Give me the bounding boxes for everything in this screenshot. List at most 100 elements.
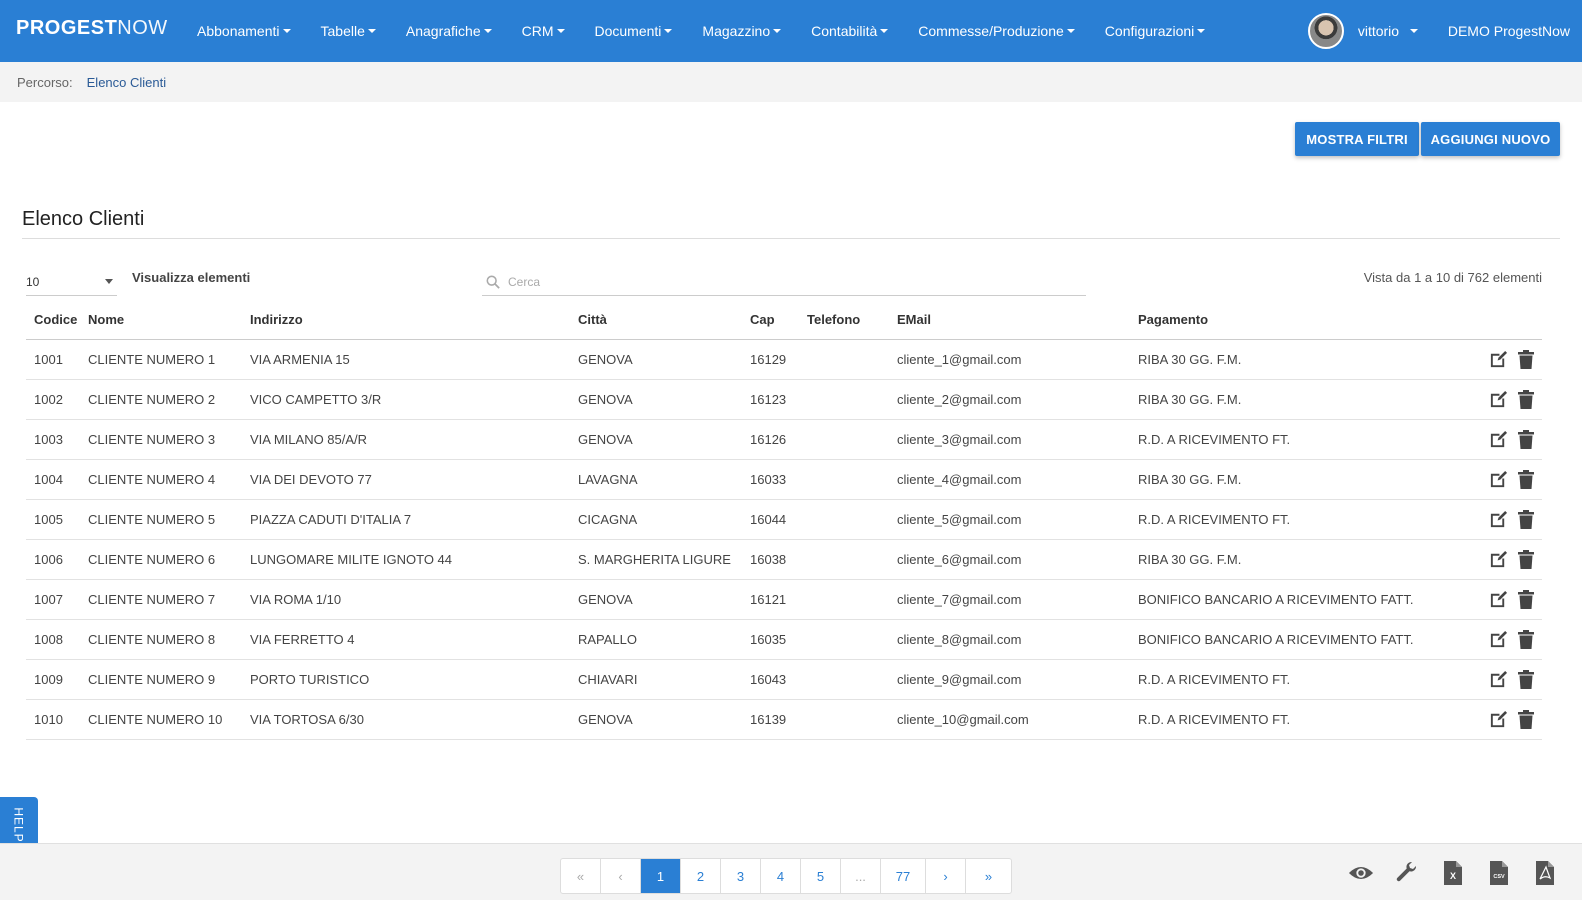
trash-icon[interactable] xyxy=(1516,510,1536,530)
footer-bar: « ‹ 1 2 3 4 5 ... 77 › » X CSV xyxy=(0,843,1582,900)
next-page-button[interactable]: › xyxy=(926,859,966,893)
table-row[interactable]: 1002 CLIENTE NUMERO 2 VICO CAMPETTO 3/R GEN… xyxy=(26,380,1542,420)
menu-anagrafiche[interactable]: Anagrafiche xyxy=(391,0,507,62)
user-menu[interactable]: vittorio xyxy=(1358,23,1418,39)
cell-cap: 16033 xyxy=(750,472,787,487)
prev-page-button[interactable]: ‹ xyxy=(601,859,641,893)
edit-icon[interactable] xyxy=(1488,550,1508,570)
trash-icon[interactable] xyxy=(1516,430,1536,450)
trash-icon[interactable] xyxy=(1516,390,1536,410)
page-1-button[interactable]: 1 xyxy=(641,859,681,893)
menu-configurazioni[interactable]: Configurazioni xyxy=(1090,0,1221,62)
breadcrumb-current[interactable]: Elenco Clienti xyxy=(87,75,167,90)
cell-citta: GENOVA xyxy=(578,392,633,407)
trash-icon[interactable] xyxy=(1516,470,1536,490)
edit-icon[interactable] xyxy=(1488,430,1508,450)
page-4-button[interactable]: 4 xyxy=(761,859,801,893)
brand-logo[interactable]: PROGESTNOW xyxy=(16,17,168,40)
table-row[interactable]: 1001 CLIENTE NUMERO 1 VIA ARMENIA 15 GENOVA… xyxy=(26,340,1542,380)
eye-icon[interactable] xyxy=(1348,860,1374,886)
page-2-button[interactable]: 2 xyxy=(681,859,721,893)
cell-pagamento: BONIFICO BANCARIO A RICEVIMENTO FATT. xyxy=(1138,592,1414,607)
cell-pagamento: R.D. A RICEVIMENTO FT. xyxy=(1138,712,1291,727)
cell-cap: 16139 xyxy=(750,712,787,727)
menu-documenti[interactable]: Documenti xyxy=(580,0,688,62)
cell-nome: CLIENTE NUMERO 1 xyxy=(88,352,216,367)
menu-tabelle[interactable]: Tabelle xyxy=(306,0,391,62)
table-row[interactable]: 1003 CLIENTE NUMERO 3 VIA MILANO 85/A/R GEN… xyxy=(26,420,1542,460)
cell-indirizzo: VIA TORTOSA 6/30 xyxy=(250,712,364,727)
menu-contabilita[interactable]: Contabilità xyxy=(796,0,903,62)
svg-text:CSV: CSV xyxy=(1493,874,1505,880)
edit-icon[interactable] xyxy=(1488,590,1508,610)
column-header-citta[interactable]: Città xyxy=(578,312,750,327)
last-page-button[interactable]: » xyxy=(966,859,1011,893)
csv-icon[interactable]: CSV xyxy=(1486,860,1512,886)
caret-down-icon xyxy=(664,29,673,33)
page-3-button[interactable]: 3 xyxy=(721,859,761,893)
table-row[interactable]: 1010 CLIENTE NUMERO 10 VIA TORTOSA 6/30 GEN… xyxy=(26,700,1542,740)
row-actions xyxy=(1468,670,1542,690)
cell-citta: RAPALLO xyxy=(578,632,638,647)
column-header-indirizzo[interactable]: Indirizzo xyxy=(250,312,578,327)
edit-icon[interactable] xyxy=(1488,710,1508,730)
table-row[interactable]: 1006 CLIENTE NUMERO 6 LUNGOMARE MILITE IGN… xyxy=(26,540,1542,580)
wrench-icon[interactable] xyxy=(1394,860,1420,886)
edit-icon[interactable] xyxy=(1488,350,1508,370)
page-size-select[interactable]: 10 xyxy=(26,268,117,296)
edit-icon[interactable] xyxy=(1488,390,1508,410)
row-actions xyxy=(1468,550,1542,570)
trash-icon[interactable] xyxy=(1516,550,1536,570)
edit-icon[interactable] xyxy=(1488,470,1508,490)
breadcrumb-label: Percorso: xyxy=(17,74,73,90)
cell-indirizzo: PORTO TURISTICO xyxy=(250,672,370,687)
trash-icon[interactable] xyxy=(1516,670,1536,690)
column-header-codice[interactable]: Codice xyxy=(26,312,88,327)
column-header-email[interactable]: EMail xyxy=(897,312,1138,327)
menu-magazzino[interactable]: Magazzino xyxy=(687,0,796,62)
pdf-icon[interactable] xyxy=(1532,860,1558,886)
row-actions xyxy=(1468,510,1542,530)
column-header-pagamento[interactable]: Pagamento xyxy=(1138,312,1468,327)
cell-indirizzo: LUNGOMARE MILITE IGNOTO 44 xyxy=(250,552,453,567)
table-row[interactable]: 1009 CLIENTE NUMERO 9 PORTO TURISTICO CHIAV… xyxy=(26,660,1542,700)
row-actions xyxy=(1468,710,1542,730)
cell-citta: S. MARGHERITA LIGURE xyxy=(578,552,731,567)
cell-email: cliente_7@gmail.com xyxy=(897,592,1022,607)
row-actions xyxy=(1468,390,1542,410)
avatar[interactable] xyxy=(1307,13,1344,49)
company-name[interactable]: DEMO ProgestNow xyxy=(1448,23,1570,39)
table-row[interactable]: 1004 CLIENTE NUMERO 4 VIA DEI DEVOTO 77 LAV… xyxy=(26,460,1542,500)
excel-icon[interactable]: X xyxy=(1440,860,1466,886)
first-page-button[interactable]: « xyxy=(561,859,601,893)
column-header-cap[interactable]: Cap xyxy=(750,312,807,327)
column-header-telefono[interactable]: Telefono xyxy=(807,312,897,327)
caret-down-icon xyxy=(1066,29,1075,33)
table-row[interactable]: 1005 CLIENTE NUMERO 5 PIAZZA CADUTI D'ITAL… xyxy=(26,500,1542,540)
trash-icon[interactable] xyxy=(1516,590,1536,610)
trash-icon[interactable] xyxy=(1516,710,1536,730)
cell-cap: 16129 xyxy=(750,352,787,367)
table-row[interactable]: 1008 CLIENTE NUMERO 8 VIA FERRETTO 4 RAPALL… xyxy=(26,620,1542,660)
cell-pagamento: RIBA 30 GG. F.M. xyxy=(1138,552,1242,567)
cell-citta: CICAGNA xyxy=(578,512,638,527)
page-5-button[interactable]: 5 xyxy=(801,859,841,893)
show-filters-button[interactable]: MOSTRA FILTRI xyxy=(1295,122,1419,156)
column-header-nome[interactable]: Nome xyxy=(88,312,250,327)
menu-abbonamenti[interactable]: Abbonamenti xyxy=(182,0,306,62)
menu-crm[interactable]: CRM xyxy=(507,0,580,62)
menu-commesse-produzione[interactable]: Commesse/Produzione xyxy=(903,0,1090,62)
table-row[interactable]: 1007 CLIENTE NUMERO 7 VIA ROMA 1/10 GENOVA 1… xyxy=(26,580,1542,620)
cell-citta: GENOVA xyxy=(578,432,633,447)
edit-icon[interactable] xyxy=(1488,670,1508,690)
cell-codice: 1009 xyxy=(34,672,63,687)
search-icon xyxy=(486,275,500,289)
trash-icon[interactable] xyxy=(1516,630,1536,650)
trash-icon[interactable] xyxy=(1516,350,1536,370)
edit-icon[interactable] xyxy=(1488,630,1508,650)
add-new-button[interactable]: AGGIUNGI NUOVO xyxy=(1421,122,1560,156)
search-input[interactable] xyxy=(508,274,1068,289)
cell-codice: 1004 xyxy=(34,472,63,487)
edit-icon[interactable] xyxy=(1488,510,1508,530)
page-77-button[interactable]: 77 xyxy=(881,859,926,893)
